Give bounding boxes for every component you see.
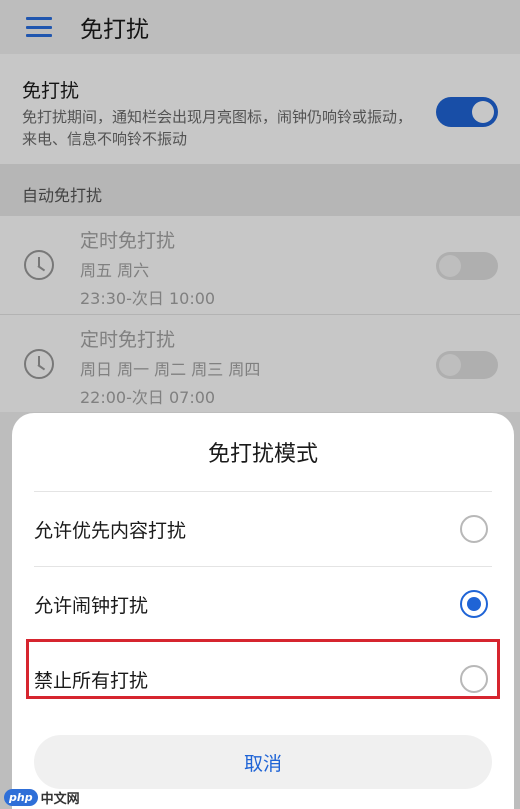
watermark-logo: php xyxy=(4,789,38,806)
highlight-box xyxy=(26,639,500,699)
dialog-title: 免打扰模式 xyxy=(207,442,318,467)
dnd-mode-dialog: 免打扰模式 允许优先内容打扰 允许闹钟打扰 禁止所有打扰 取消 xyxy=(12,413,514,809)
option-label: 允许优先内容打扰 xyxy=(34,519,187,542)
radio-selected-icon[interactable] xyxy=(460,590,488,618)
radio-icon[interactable] xyxy=(460,665,488,693)
option-allow-priority[interactable]: 允许优先内容打扰 xyxy=(12,492,514,566)
watermark-text: 中文网 xyxy=(40,792,80,807)
option-label: 允许闹钟打扰 xyxy=(34,594,149,617)
radio-icon[interactable] xyxy=(460,515,488,543)
option-allow-alarms[interactable]: 允许闹钟打扰 xyxy=(12,567,514,641)
option-block-all[interactable]: 禁止所有打扰 xyxy=(12,639,514,716)
cancel-button[interactable]: 取消 xyxy=(34,735,492,789)
watermark: php 中文网 xyxy=(4,788,86,807)
